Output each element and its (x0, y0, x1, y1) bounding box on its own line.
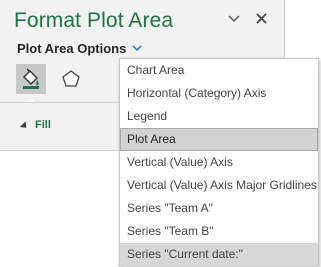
format-pane-screenshot: Format Plot Area Plot Area Options Fill … (0, 0, 321, 267)
close-icon (255, 12, 267, 24)
fill-line-tab[interactable] (16, 64, 46, 94)
fill-section-header[interactable]: Fill (19, 119, 51, 131)
plot-area-options-dropdown[interactable]: Plot Area Options (17, 39, 142, 57)
paint-bucket-icon (23, 68, 39, 89)
chart-element-dropdown-list: Chart Area Horizontal (Category) Axis Lege… (119, 58, 319, 266)
dropdown-item[interactable]: Series "Team A" (120, 197, 318, 220)
dropdown-item[interactable]: Legend (120, 105, 318, 128)
dropdown-item[interactable]: Series "Team B" (120, 220, 318, 243)
pentagon-icon (62, 70, 80, 87)
dropdown-item[interactable]: Chart Area (120, 59, 318, 82)
dropdown-item[interactable]: Vertical (Value) Axis (120, 151, 318, 174)
expand-triangle-icon (19, 121, 30, 131)
chevron-down-icon (228, 15, 240, 23)
dropdown-item[interactable]: Vertical (Value) Axis Major Gridlines (120, 174, 318, 197)
close-button[interactable] (251, 8, 271, 28)
dropdown-item[interactable]: Plot Area (120, 128, 318, 151)
pane-title: Format Plot Area (14, 9, 174, 32)
fill-section-label: Fill (35, 119, 51, 131)
effects-tab[interactable] (56, 64, 86, 94)
dropdown-item[interactable]: Series "Current date:" (120, 243, 318, 266)
dropdown-item[interactable]: Horizontal (Category) Axis (120, 82, 318, 105)
options-label: Plot Area Options (17, 40, 127, 56)
pane-options-button[interactable] (224, 9, 244, 29)
chevron-down-icon (132, 44, 142, 52)
